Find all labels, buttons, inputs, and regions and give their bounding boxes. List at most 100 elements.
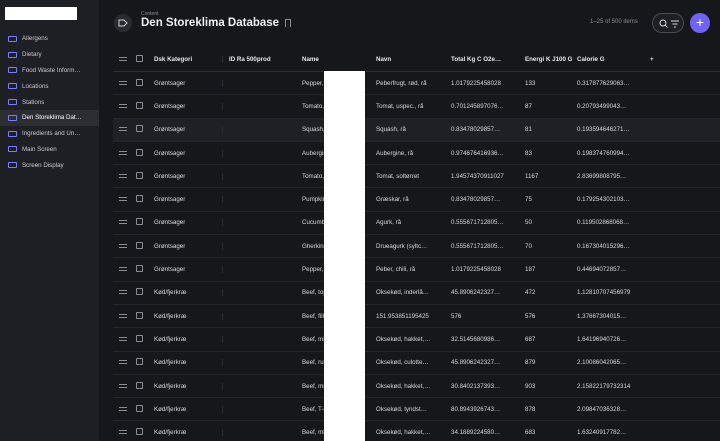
cell-navn: Oksekød, tyndst… xyxy=(376,405,427,413)
row-checkbox[interactable] xyxy=(133,148,150,158)
drag-handle-icon[interactable] xyxy=(113,429,133,436)
table-row[interactable]: Grøntsager Aubergine, raw Aubergine, rå 0.9… xyxy=(113,142,720,166)
drag-handle-icon[interactable] xyxy=(113,359,133,366)
drag-handle-icon[interactable] xyxy=(113,313,133,320)
drag-handle-icon[interactable] xyxy=(113,103,133,110)
cell-dsk-kategori: Kød/fjerkræ xyxy=(150,335,223,343)
drag-handle-icon[interactable] xyxy=(113,383,133,390)
table-row[interactable]: Kød/fjerkræBeef, T-bone ste…Oksekød, tyn… xyxy=(113,398,720,422)
cell-energi: 87 xyxy=(525,102,532,110)
row-checkbox[interactable] xyxy=(133,334,150,344)
row-checkbox[interactable] xyxy=(133,288,150,297)
search-icon[interactable] xyxy=(659,19,668,28)
folder-icon xyxy=(8,83,17,90)
cell-dsk-kategori: Grøntsager xyxy=(150,149,223,157)
sidebar-item[interactable]: Food Waste Inform… xyxy=(0,63,99,79)
sidebar-item[interactable]: Screen Display xyxy=(0,157,99,173)
cell-energi: 187 xyxy=(525,266,536,274)
add-column-icon[interactable]: + xyxy=(646,56,656,63)
folder-icon xyxy=(8,35,17,42)
column-header-dsk-kategori[interactable]: Dsk Kategori xyxy=(150,56,223,63)
cell-energi: 687 xyxy=(525,335,536,343)
cell-navn: Oksekød, culotte… xyxy=(376,359,429,367)
back-button[interactable] xyxy=(114,14,132,32)
drag-handle-icon[interactable] xyxy=(113,196,133,203)
cell-total-kg: 0.83478029857… xyxy=(451,126,501,134)
cell-navn: Tomat, uspec., rå xyxy=(376,102,424,110)
drag-handle-icon[interactable] xyxy=(113,219,133,226)
cell-total-kg: 0.555671712805… xyxy=(451,219,504,227)
cell-total-kg: 0.701245897076… xyxy=(451,102,504,110)
table-row[interactable]: GrøntsagerGherkin cucumb…Drueagurk (sylt… xyxy=(113,235,720,259)
row-checkbox[interactable] xyxy=(133,311,150,321)
row-checkbox[interactable] xyxy=(133,101,150,111)
cell-navn: Oksekød, hakket,… xyxy=(376,382,431,390)
sidebar-item[interactable]: Den Storeklima Dat… xyxy=(0,109,99,126)
drag-handle-icon[interactable] xyxy=(113,80,133,87)
drag-handle-icon[interactable] xyxy=(113,126,133,133)
row-checkbox[interactable] xyxy=(133,195,150,204)
cell-energi: 81 xyxy=(525,126,532,134)
row-checkbox[interactable] xyxy=(133,358,150,367)
cell-dsk-kategori: Kød/fjerkræ xyxy=(150,359,223,367)
table-row[interactable]: Grøntsager Squash, raw Squash, rå 0.8347802… xyxy=(113,118,720,142)
row-checkbox[interactable] xyxy=(133,218,150,227)
add-item-button[interactable]: + xyxy=(690,13,710,33)
row-checkbox[interactable] xyxy=(133,171,150,181)
cell-calorie: 0.179254302103… xyxy=(577,196,630,204)
cell-energi: 75 xyxy=(525,196,532,204)
sidebar-item[interactable]: Ingredients and Un… xyxy=(0,126,99,142)
cell-energi: 1167 xyxy=(525,172,539,180)
filter-icon[interactable] xyxy=(671,20,679,28)
column-header-navn[interactable]: Navn xyxy=(372,56,447,63)
drag-handle-icon[interactable] xyxy=(113,243,133,250)
table-row[interactable]: Kød/fjerkræBeef, topside, ca…Oksekød, in… xyxy=(113,282,720,305)
cell-dsk-kategori: Kød/fjerkræ xyxy=(150,429,223,437)
row-checkbox[interactable] xyxy=(133,381,150,391)
table-row[interactable]: Kød/fjerkræBeef, mince, 15-2…Oksekød, ha… xyxy=(113,375,720,399)
drag-handle-icon[interactable] xyxy=(113,289,133,296)
table-row[interactable]: Kød/fjerkræBeef, fillet, defatt…151.9538… xyxy=(113,305,720,329)
row-checkbox[interactable] xyxy=(133,404,150,414)
row-checkbox[interactable] xyxy=(133,265,150,274)
column-header-energi[interactable]: Energi K J100 G xyxy=(521,56,573,63)
logo xyxy=(5,7,77,20)
select-all-checkbox[interactable] xyxy=(133,55,150,64)
sidebar-item[interactable]: Allergens xyxy=(0,31,99,47)
drag-handle-icon[interactable] xyxy=(113,406,133,413)
cell-energi: 683 xyxy=(525,429,536,437)
bookmark-icon[interactable] xyxy=(285,19,291,27)
cell-calorie: 0.20793499043… xyxy=(577,102,627,110)
row-checkbox[interactable] xyxy=(133,125,150,134)
sidebar-item-label: Ingredients and Un… xyxy=(22,130,81,138)
column-header-id[interactable]: ID Ra 500prod xyxy=(223,56,298,63)
cell-total-kg: 576 xyxy=(451,312,462,320)
row-checkbox[interactable] xyxy=(133,241,150,251)
drag-handle-icon[interactable] xyxy=(113,336,133,343)
column-header-name[interactable]: Name xyxy=(298,56,372,63)
table-row[interactable]: GrøntsagerPepper, hot chili, …Peber, chi… xyxy=(113,258,720,282)
table-row[interactable]: Kød/fjerkræBeef, rump, rawOksekød, culot… xyxy=(113,352,720,375)
row-checkbox[interactable] xyxy=(133,78,150,88)
table-row[interactable]: Grøntsager Cucumber, raw Agurk, rå 0.555671… xyxy=(113,212,720,236)
column-settings-icon[interactable] xyxy=(113,56,133,63)
sidebar-item[interactable]: Stations xyxy=(0,94,99,110)
table-row[interactable]: Grøntsager Pumpkin, raw Græskar, rå 0.83478… xyxy=(113,188,720,212)
table-row[interactable]: GrøntsagerPepper, sweet, r…Peberfrugt, r… xyxy=(113,72,720,96)
drag-handle-icon[interactable] xyxy=(113,173,133,180)
cell-dsk-kategori: Grøntsager xyxy=(150,219,223,227)
drag-handle-icon[interactable] xyxy=(113,150,133,157)
row-checkbox[interactable] xyxy=(133,428,150,437)
main-content: Content Den Storeklima Database 1–25 of … xyxy=(99,0,720,441)
drag-handle-icon[interactable] xyxy=(113,266,133,273)
table-row[interactable]: GrøntsagerTomato, ripe, raw…Tomat, uspec… xyxy=(113,95,720,119)
table-row[interactable]: Kød/fjerkræBeef, mince, 10-1…Oksekød, ha… xyxy=(113,328,720,352)
table-row[interactable]: Kød/fjerkræBeef, mince, 5-1…Oksekød, hak… xyxy=(113,421,720,441)
column-header-total-kg[interactable]: Total Kg C O2e… xyxy=(447,56,521,63)
sidebar-item[interactable]: Main Screen xyxy=(0,142,99,158)
search-filter-toggle[interactable] xyxy=(652,13,684,33)
table-row[interactable]: Grøntsager Tomato, dried Tomat, soltørret 1… xyxy=(113,165,720,189)
column-header-calorie[interactable]: Calorie G xyxy=(573,56,646,63)
sidebar-item[interactable]: Locations xyxy=(0,78,99,94)
sidebar-item[interactable]: Dietary xyxy=(0,47,99,63)
